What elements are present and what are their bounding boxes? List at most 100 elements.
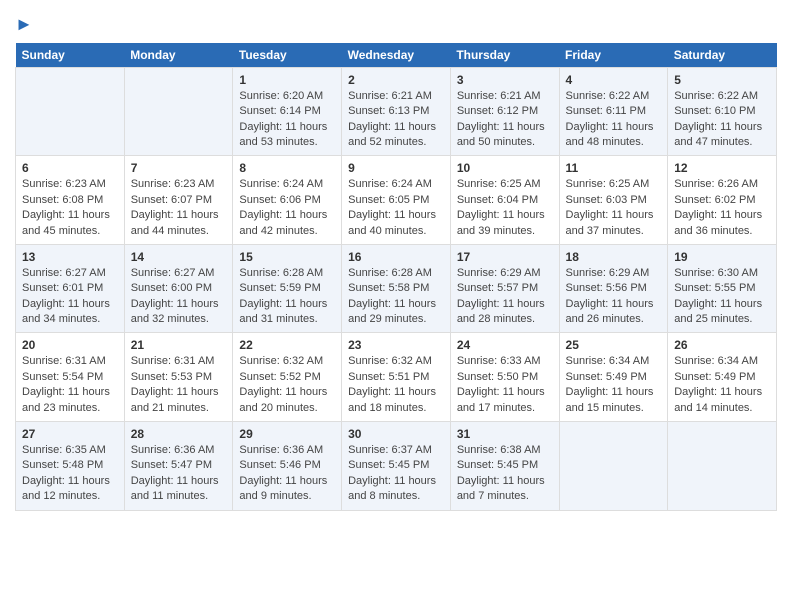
calendar-cell: 28 Sunrise: 6:36 AMSunset: 5:47 PMDayligh… — [124, 422, 233, 511]
day-number: 12 — [674, 161, 770, 175]
day-number: 11 — [566, 161, 662, 175]
day-info: Sunrise: 6:32 AMSunset: 5:52 PMDaylight:… — [239, 355, 327, 413]
day-info: Sunrise: 6:24 AMSunset: 6:05 PMDaylight:… — [348, 178, 436, 236]
calendar-cell: 4 Sunrise: 6:22 AMSunset: 6:11 PMDaylight… — [559, 67, 668, 156]
day-info: Sunrise: 6:23 AMSunset: 6:08 PMDaylight:… — [22, 178, 110, 236]
day-number: 28 — [131, 427, 227, 441]
day-header-friday: Friday — [559, 43, 668, 68]
calendar-cell — [124, 67, 233, 156]
day-info: Sunrise: 6:29 AMSunset: 5:57 PMDaylight:… — [457, 267, 545, 325]
day-number: 16 — [348, 250, 444, 264]
day-info: Sunrise: 6:27 AMSunset: 6:01 PMDaylight:… — [22, 267, 110, 325]
day-info: Sunrise: 6:25 AMSunset: 6:03 PMDaylight:… — [566, 178, 654, 236]
calendar-cell: 11 Sunrise: 6:25 AMSunset: 6:03 PMDayligh… — [559, 156, 668, 245]
day-info: Sunrise: 6:26 AMSunset: 6:02 PMDaylight:… — [674, 178, 762, 236]
day-info: Sunrise: 6:22 AMSunset: 6:10 PMDaylight:… — [674, 90, 762, 148]
day-info: Sunrise: 6:20 AMSunset: 6:14 PMDaylight:… — [239, 90, 327, 148]
day-info: Sunrise: 6:36 AMSunset: 5:47 PMDaylight:… — [131, 444, 219, 502]
day-info: Sunrise: 6:25 AMSunset: 6:04 PMDaylight:… — [457, 178, 545, 236]
day-number: 8 — [239, 161, 335, 175]
day-number: 20 — [22, 338, 118, 352]
day-number: 1 — [239, 73, 335, 87]
day-number: 7 — [131, 161, 227, 175]
week-row-1: 1 Sunrise: 6:20 AMSunset: 6:14 PMDaylight… — [16, 67, 777, 156]
day-info: Sunrise: 6:27 AMSunset: 6:00 PMDaylight:… — [131, 267, 219, 325]
calendar-cell: 12 Sunrise: 6:26 AMSunset: 6:02 PMDayligh… — [668, 156, 777, 245]
day-number: 9 — [348, 161, 444, 175]
calendar-cell: 17 Sunrise: 6:29 AMSunset: 5:57 PMDayligh… — [450, 244, 559, 333]
logo: ► — [15, 15, 33, 35]
day-number: 21 — [131, 338, 227, 352]
calendar-cell: 16 Sunrise: 6:28 AMSunset: 5:58 PMDayligh… — [342, 244, 451, 333]
day-number: 29 — [239, 427, 335, 441]
day-info: Sunrise: 6:21 AMSunset: 6:13 PMDaylight:… — [348, 90, 436, 148]
page-header: ► — [15, 10, 777, 35]
day-info: Sunrise: 6:35 AMSunset: 5:48 PMDaylight:… — [22, 444, 110, 502]
calendar-cell — [16, 67, 125, 156]
calendar-cell: 10 Sunrise: 6:25 AMSunset: 6:04 PMDayligh… — [450, 156, 559, 245]
day-number: 24 — [457, 338, 553, 352]
day-info: Sunrise: 6:31 AMSunset: 5:53 PMDaylight:… — [131, 355, 219, 413]
day-number: 31 — [457, 427, 553, 441]
day-number: 15 — [239, 250, 335, 264]
day-number: 4 — [566, 73, 662, 87]
calendar-cell: 2 Sunrise: 6:21 AMSunset: 6:13 PMDaylight… — [342, 67, 451, 156]
calendar-cell: 25Sunrise: 6:34 AMSunset: 5:49 PMDayligh… — [559, 333, 668, 422]
calendar-cell: 19 Sunrise: 6:30 AMSunset: 5:55 PMDayligh… — [668, 244, 777, 333]
day-number: 19 — [674, 250, 770, 264]
week-row-2: 6 Sunrise: 6:23 AMSunset: 6:08 PMDaylight… — [16, 156, 777, 245]
day-header-tuesday: Tuesday — [233, 43, 342, 68]
day-header-sunday: Sunday — [16, 43, 125, 68]
calendar-cell: 3Sunrise: 6:21 AMSunset: 6:12 PMDaylight… — [450, 67, 559, 156]
day-number: 18 — [566, 250, 662, 264]
day-header-saturday: Saturday — [668, 43, 777, 68]
day-header-monday: Monday — [124, 43, 233, 68]
day-header-wednesday: Wednesday — [342, 43, 451, 68]
day-header-thursday: Thursday — [450, 43, 559, 68]
day-number: 30 — [348, 427, 444, 441]
calendar-cell: 14 Sunrise: 6:27 AMSunset: 6:00 PMDayligh… — [124, 244, 233, 333]
calendar-cell: 13 Sunrise: 6:27 AMSunset: 6:01 PMDayligh… — [16, 244, 125, 333]
calendar-cell: 18 Sunrise: 6:29 AMSunset: 5:56 PMDayligh… — [559, 244, 668, 333]
calendar-cell: 9 Sunrise: 6:24 AMSunset: 6:05 PMDaylight… — [342, 156, 451, 245]
calendar-cell: 22 Sunrise: 6:32 AMSunset: 5:52 PMDayligh… — [233, 333, 342, 422]
day-number: 25 — [566, 338, 662, 352]
calendar-cell: 30 Sunrise: 6:37 AMSunset: 5:45 PMDayligh… — [342, 422, 451, 511]
day-info: Sunrise: 6:29 AMSunset: 5:56 PMDaylight:… — [566, 267, 654, 325]
day-number: 17 — [457, 250, 553, 264]
day-info: Sunrise: 6:22 AMSunset: 6:11 PMDaylight:… — [566, 90, 654, 148]
day-number: 26 — [674, 338, 770, 352]
day-info: Sunrise: 6:37 AMSunset: 5:45 PMDaylight:… — [348, 444, 436, 502]
day-info: Sunrise: 6:38 AMSunset: 5:45 PMDaylight:… — [457, 444, 545, 502]
calendar-cell: 21 Sunrise: 6:31 AMSunset: 5:53 PMDayligh… — [124, 333, 233, 422]
week-row-5: 27Sunrise: 6:35 AMSunset: 5:48 PMDayligh… — [16, 422, 777, 511]
calendar-cell: 29 Sunrise: 6:36 AMSunset: 5:46 PMDayligh… — [233, 422, 342, 511]
day-info: Sunrise: 6:23 AMSunset: 6:07 PMDaylight:… — [131, 178, 219, 236]
day-number: 14 — [131, 250, 227, 264]
day-number: 23 — [348, 338, 444, 352]
day-info: Sunrise: 6:34 AMSunset: 5:49 PMDaylight:… — [674, 355, 762, 413]
day-info: Sunrise: 6:32 AMSunset: 5:51 PMDaylight:… — [348, 355, 436, 413]
week-row-3: 13 Sunrise: 6:27 AMSunset: 6:01 PMDayligh… — [16, 244, 777, 333]
calendar-cell — [668, 422, 777, 511]
day-info: Sunrise: 6:30 AMSunset: 5:55 PMDaylight:… — [674, 267, 762, 325]
day-number: 5 — [674, 73, 770, 87]
day-number: 2 — [348, 73, 444, 87]
day-number: 6 — [22, 161, 118, 175]
day-info: Sunrise: 6:21 AMSunset: 6:12 PMDaylight:… — [457, 90, 545, 148]
logo-icon: ► — [15, 14, 33, 34]
calendar-cell: 27Sunrise: 6:35 AMSunset: 5:48 PMDayligh… — [16, 422, 125, 511]
day-info: Sunrise: 6:36 AMSunset: 5:46 PMDaylight:… — [239, 444, 327, 502]
day-number: 22 — [239, 338, 335, 352]
day-info: Sunrise: 6:31 AMSunset: 5:54 PMDaylight:… — [22, 355, 110, 413]
day-info: Sunrise: 6:33 AMSunset: 5:50 PMDaylight:… — [457, 355, 545, 413]
calendar-cell: 1 Sunrise: 6:20 AMSunset: 6:14 PMDaylight… — [233, 67, 342, 156]
day-info: Sunrise: 6:28 AMSunset: 5:59 PMDaylight:… — [239, 267, 327, 325]
week-row-4: 20 Sunrise: 6:31 AMSunset: 5:54 PMDayligh… — [16, 333, 777, 422]
calendar-cell: 7 Sunrise: 6:23 AMSunset: 6:07 PMDaylight… — [124, 156, 233, 245]
calendar-cell: 26 Sunrise: 6:34 AMSunset: 5:49 PMDayligh… — [668, 333, 777, 422]
day-number: 13 — [22, 250, 118, 264]
calendar-cell: 5 Sunrise: 6:22 AMSunset: 6:10 PMDaylight… — [668, 67, 777, 156]
day-info: Sunrise: 6:28 AMSunset: 5:58 PMDaylight:… — [348, 267, 436, 325]
day-number: 10 — [457, 161, 553, 175]
